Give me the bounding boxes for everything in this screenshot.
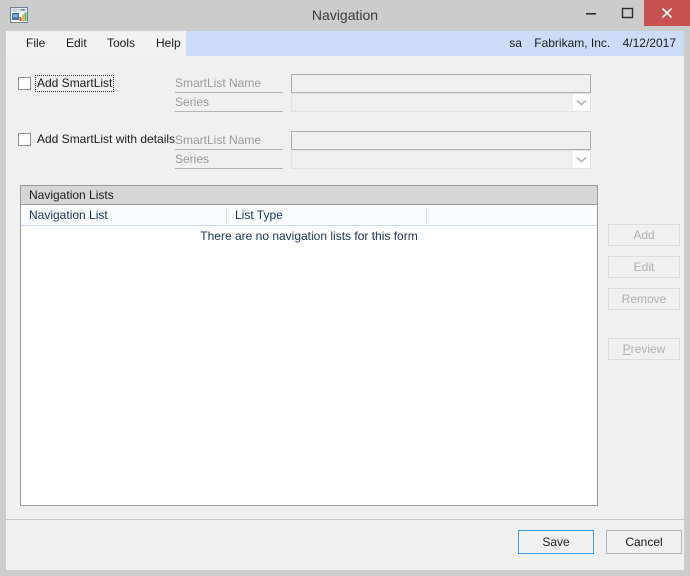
- grid-header: Navigation List List Type: [21, 205, 597, 226]
- close-button[interactable]: [644, 0, 690, 26]
- menu-item-file[interactable]: File: [19, 31, 52, 56]
- navigation-window: Navigation File Edit Tools Help sa Fabri…: [0, 0, 690, 576]
- grid-empty-message: There are no navigation lists for this f…: [200, 229, 418, 243]
- prompt-series-2: Series: [175, 151, 283, 169]
- checkbox-add-smartlist-with-details[interactable]: [18, 133, 31, 146]
- column-header-blank[interactable]: [427, 205, 597, 225]
- prompt-smartlist-name-2: SmartList Name: [175, 132, 283, 150]
- checkbox-label-add-smartlist-with-details[interactable]: Add SmartList with details: [37, 132, 175, 147]
- maximize-icon: [621, 7, 634, 19]
- title-bar: Navigation: [0, 0, 690, 30]
- edit-button[interactable]: Edit: [608, 256, 680, 278]
- input-smartlist-name-1[interactable]: [291, 74, 591, 93]
- dropdown-series-2[interactable]: [291, 150, 591, 169]
- close-icon: [661, 7, 673, 19]
- menu-item-edit[interactable]: Edit: [59, 31, 94, 56]
- status-company: Fabrikam, Inc.: [534, 36, 611, 50]
- preview-button[interactable]: Preview: [608, 338, 680, 360]
- remove-button[interactable]: Remove: [608, 288, 680, 310]
- menu-item-tools[interactable]: Tools: [100, 31, 142, 56]
- minimize-icon: [586, 13, 596, 15]
- navigation-lists-caption: Navigation Lists: [21, 186, 597, 205]
- prompt-smartlist-name-1: SmartList Name: [175, 75, 283, 93]
- checkbox-add-smartlist[interactable]: [18, 77, 31, 90]
- column-header-list-type[interactable]: List Type: [227, 205, 426, 225]
- navigation-lists-panel: Navigation Lists Navigation List List Ty…: [20, 185, 598, 506]
- chevron-down-icon[interactable]: [573, 151, 590, 168]
- footer-divider: [6, 519, 684, 520]
- status-info: sa Fabrikam, Inc. 4/12/2017: [500, 31, 676, 56]
- chevron-down-icon[interactable]: [573, 94, 590, 111]
- menu-item-help[interactable]: Help: [149, 31, 188, 56]
- add-button[interactable]: Add: [608, 224, 680, 246]
- status-date: 4/12/2017: [622, 36, 676, 50]
- save-button[interactable]: Save: [518, 530, 594, 554]
- minimize-button[interactable]: [572, 0, 610, 26]
- client-area: Add SmartList SmartList Name Series Add …: [6, 56, 684, 570]
- status-strip: sa Fabrikam, Inc. 4/12/2017: [186, 31, 684, 56]
- prompt-series-1: Series: [175, 94, 283, 112]
- dropdown-series-1[interactable]: [291, 93, 591, 112]
- status-user: sa: [509, 36, 522, 50]
- cancel-button[interactable]: Cancel: [606, 530, 682, 554]
- column-header-navigation-list[interactable]: Navigation List: [21, 205, 226, 225]
- input-smartlist-name-2[interactable]: [291, 131, 591, 150]
- checkbox-label-add-smartlist[interactable]: Add SmartList: [34, 75, 115, 92]
- maximize-button[interactable]: [608, 0, 646, 26]
